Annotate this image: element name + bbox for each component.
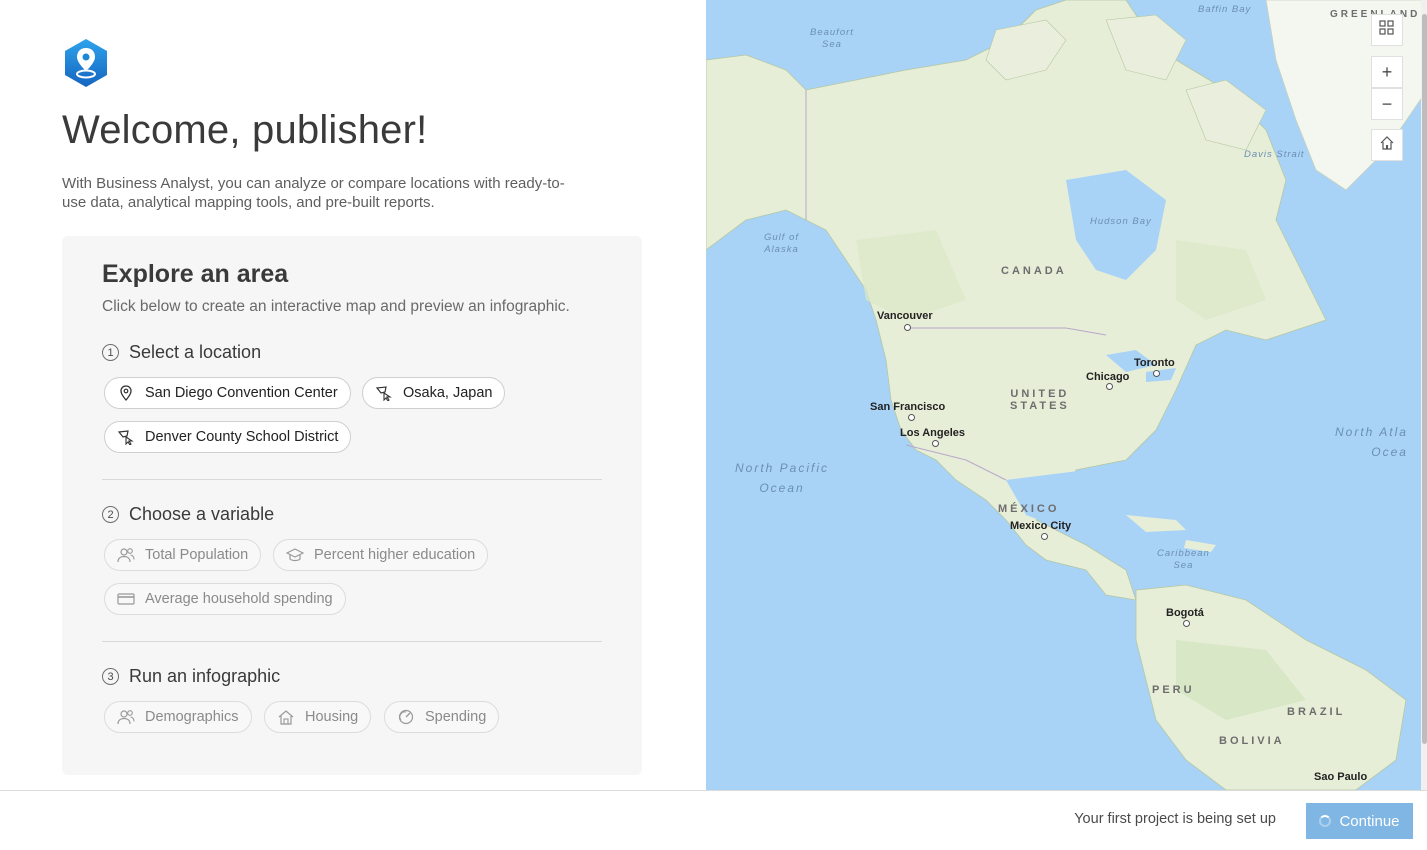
home-button[interactable] (1371, 129, 1403, 161)
chip-label: Spending (425, 709, 487, 725)
city-label-bogota: Bogotá (1166, 607, 1204, 619)
water-label-davis: Davis Strait (1244, 149, 1305, 160)
step-select-location: 1 Select a location (102, 342, 261, 363)
location-chip-san-diego[interactable]: San Diego Convention Center (104, 377, 351, 409)
plus-icon: + (1381, 61, 1393, 82)
credit-card-icon (117, 590, 135, 608)
step-run-infographic: 3 Run an infographic (102, 666, 280, 687)
continue-button[interactable]: Continue (1306, 803, 1413, 839)
city-marker (1183, 620, 1190, 627)
divider (102, 641, 602, 642)
water-label-hudson: Hudson Bay (1090, 216, 1152, 227)
grid-icon (1379, 19, 1395, 41)
city-marker (932, 440, 939, 447)
step-number: 2 (102, 506, 119, 523)
city-marker (908, 414, 915, 421)
city-marker (1153, 370, 1160, 377)
welcome-panel: Welcome, publisher! With Business Analys… (0, 0, 706, 790)
setup-status-text: Your first project is being set up (1074, 811, 1276, 827)
map-pin-icon (117, 384, 135, 402)
map-view[interactable]: Beaufort Sea Baffin Bay Davis Strait Huds… (706, 0, 1427, 790)
people-icon (117, 708, 135, 726)
city-marker (1106, 383, 1113, 390)
step-number: 1 (102, 344, 119, 361)
chip-label: Osaka, Japan (403, 385, 493, 401)
zoom-out-button[interactable]: − (1371, 88, 1403, 120)
spending-dial-icon (397, 708, 415, 726)
chip-label: Total Population (145, 547, 249, 563)
water-label-pacific: North Pacific Ocean (735, 461, 830, 495)
explore-card: Explore an area Click below to create an… (62, 236, 642, 775)
divider (102, 479, 602, 480)
chip-label: Demographics (145, 709, 239, 725)
graduation-cap-icon (286, 546, 304, 564)
home-icon (1379, 135, 1395, 156)
variable-chip-total-population[interactable]: Total Population (104, 539, 262, 571)
step-label: Choose a variable (129, 504, 275, 524)
page-title: Welcome, publisher! (62, 108, 428, 152)
city-label-sao-paulo: Sao Paulo (1314, 771, 1368, 783)
explore-subtitle: Click below to create an interactive map… (102, 298, 570, 315)
loading-spinner-icon (1319, 815, 1332, 827)
city-label-los-angeles: Los Angeles (900, 427, 965, 439)
chip-label: Denver County School District (145, 429, 339, 445)
water-label-alaska: Gulf of Alaska (764, 232, 799, 255)
city-marker (904, 324, 911, 331)
explore-title: Explore an area (102, 260, 289, 288)
zoom-in-button[interactable]: + (1371, 56, 1403, 88)
people-icon (117, 546, 135, 564)
country-label-peru: PERU (1152, 684, 1195, 696)
chip-label: San Diego Convention Center (145, 385, 338, 401)
infographic-chip-spending[interactable]: Spending (384, 701, 500, 733)
chip-label: Percent higher education (314, 547, 476, 563)
polygon-select-icon (117, 428, 135, 446)
footer-bar: Your first project is being set up Conti… (0, 790, 1427, 850)
country-label-bolivia: BOLIVIA (1219, 735, 1285, 747)
minus-icon: − (1381, 93, 1393, 114)
house-icon (277, 708, 295, 726)
infographic-chip-housing[interactable]: Housing (264, 701, 372, 733)
city-label-chicago: Chicago (1086, 371, 1130, 383)
variable-chip-household-spending[interactable]: Average household spending (104, 583, 346, 615)
infographic-chip-demographics[interactable]: Demographics (104, 701, 252, 733)
city-label-toronto: Toronto (1134, 357, 1175, 369)
city-marker (1041, 533, 1048, 540)
city-label-vancouver: Vancouver (877, 310, 933, 322)
water-label-beaufort: Beaufort Sea (810, 27, 854, 50)
location-chip-denver[interactable]: Denver County School District (104, 421, 352, 453)
location-chip-osaka[interactable]: Osaka, Japan (362, 377, 506, 409)
water-label-caribbean: Caribbean Sea (1157, 548, 1210, 571)
intro-text: With Business Analyst, you can analyze o… (62, 175, 565, 211)
water-label-atlantic: North Atla Ocea (1335, 425, 1408, 459)
continue-label: Continue (1339, 812, 1400, 830)
country-label-canada: CANADA (1001, 265, 1067, 277)
country-label-usa: UNITED STATES (1010, 388, 1070, 412)
basemap-gallery-button[interactable] (1371, 14, 1403, 46)
city-label-san-francisco: San Francisco (870, 401, 946, 413)
app-root: Welcome, publisher! With Business Analys… (0, 0, 1427, 850)
country-label-brazil: BRAZIL (1287, 706, 1346, 718)
step-label: Select a location (129, 342, 262, 362)
business-analyst-logo-icon (63, 38, 109, 88)
page-scrollbar-thumb[interactable] (1422, 14, 1427, 744)
step-choose-variable: 2 Choose a variable (102, 504, 274, 525)
variable-chip-higher-education[interactable]: Percent higher education (273, 539, 489, 571)
step-label: Run an infographic (129, 666, 281, 686)
water-label-baffin: Baffin Bay (1198, 4, 1252, 15)
polygon-select-icon (375, 384, 393, 402)
chip-label: Average household spending (145, 591, 333, 607)
chip-label: Housing (305, 709, 359, 725)
city-label-mexico-city: Mexico City (1010, 520, 1072, 532)
step-number: 3 (102, 668, 119, 685)
country-label-mexico: MÉXICO (998, 503, 1060, 515)
